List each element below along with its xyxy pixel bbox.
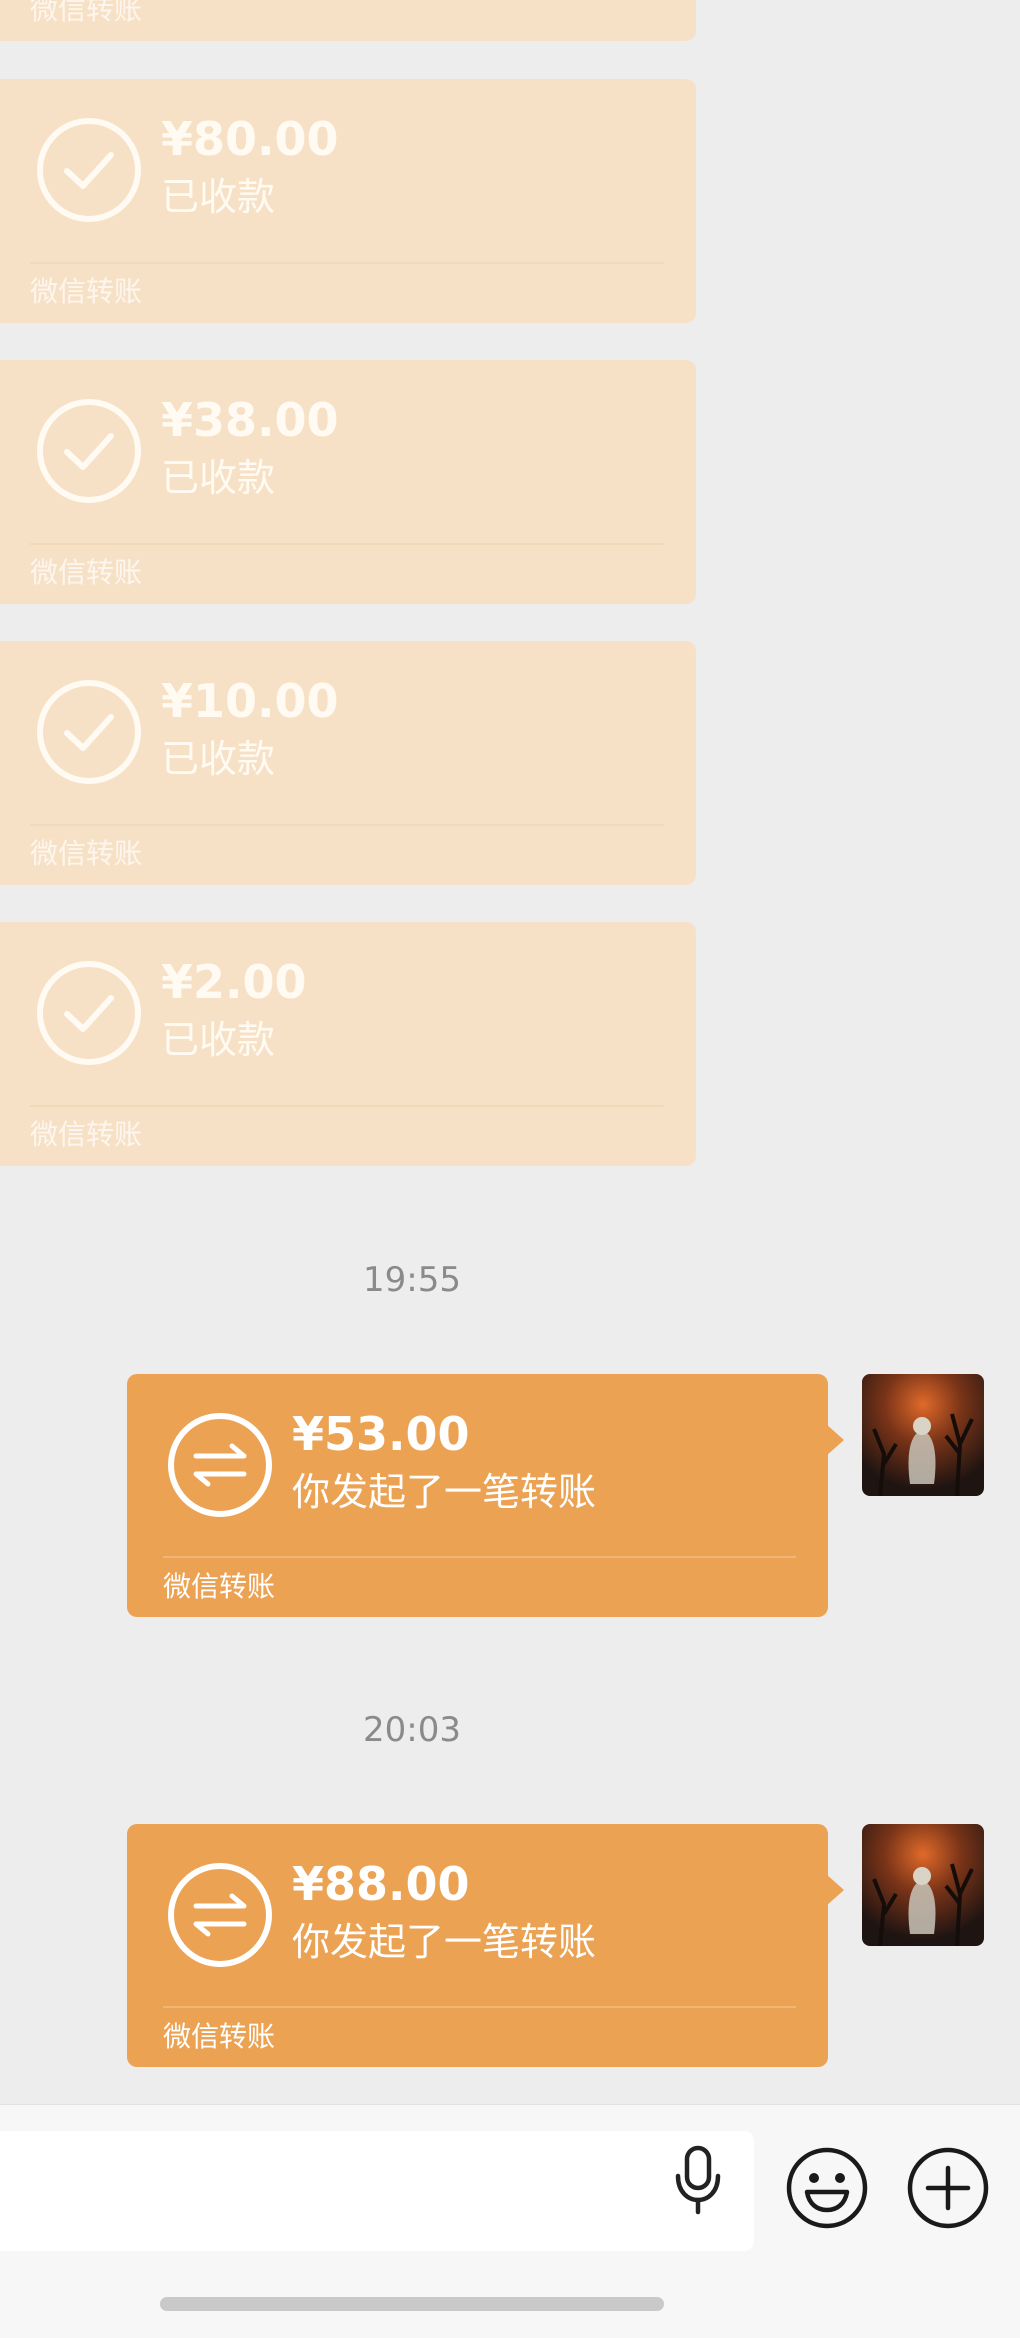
transfer-status: 已收款 [161,1018,276,1062]
transfer-card-received[interactable]: ¥38.00 已收款 微信转账 [0,360,696,604]
check-circle-icon [37,399,141,503]
transfer-card-received[interactable]: ¥2.00 已收款 微信转账 [0,922,696,1166]
transfer-status: 已收款 [161,175,276,219]
bubble-tail [826,1424,844,1456]
transfer-card-received[interactable]: 微信转账 [0,0,696,41]
transfer-arrows-icon [168,1863,272,1967]
transfer-card-sent[interactable]: ¥53.00 你发起了一笔转账 微信转账 [127,1374,844,1617]
plus-circle-icon[interactable] [906,2146,990,2230]
transfer-footer-label: 微信转账 [30,1118,143,1151]
transfer-status: 已收款 [161,456,276,500]
avatar[interactable] [862,1374,984,1496]
divider [30,824,664,826]
transfer-footer-label: 微信转账 [30,556,143,589]
divider [30,262,664,264]
check-circle-icon [37,118,141,222]
emoji-smile-icon[interactable] [785,2146,869,2230]
message-timestamp: 20:03 [363,1710,461,1750]
transfer-amount: ¥80.00 [161,112,339,166]
check-circle-icon [37,680,141,784]
transfer-card-sent[interactable]: ¥88.00 你发起了一笔转账 微信转账 [127,1824,844,2067]
transfer-amount: ¥2.00 [161,955,307,1009]
message-timestamp: 19:55 [363,1260,461,1300]
divider [163,2006,796,2008]
transfer-status: 已收款 [161,737,276,781]
transfer-footer-label: 微信转账 [30,837,143,870]
check-circle-icon [37,961,141,1065]
home-indicator[interactable] [160,2297,664,2311]
transfer-footer-label: 微信转账 [163,1570,276,1603]
microphone-icon[interactable] [668,2140,728,2220]
avatar[interactable] [862,1824,984,1946]
divider [163,1556,796,1558]
bubble-tail [826,1874,844,1906]
transfer-arrows-icon [168,1413,272,1517]
transfer-footer-label: 微信转账 [30,275,143,308]
transfer-card-received[interactable]: ¥10.00 已收款 微信转账 [0,641,696,885]
transfer-status: 你发起了一笔转账 [292,1470,597,1514]
divider [30,1105,664,1107]
transfer-footer-label: 微信转账 [30,0,143,26]
transfer-card-received[interactable]: ¥80.00 已收款 微信转账 [0,79,696,323]
transfer-amount: ¥38.00 [161,393,339,447]
transfer-footer-label: 微信转账 [163,2020,276,2053]
transfer-amount: ¥10.00 [161,674,339,728]
divider [30,543,664,545]
transfer-amount: ¥88.00 [292,1857,470,1911]
message-input[interactable] [0,2131,754,2251]
transfer-status: 你发起了一笔转账 [292,1920,597,1964]
transfer-amount: ¥53.00 [292,1407,470,1461]
